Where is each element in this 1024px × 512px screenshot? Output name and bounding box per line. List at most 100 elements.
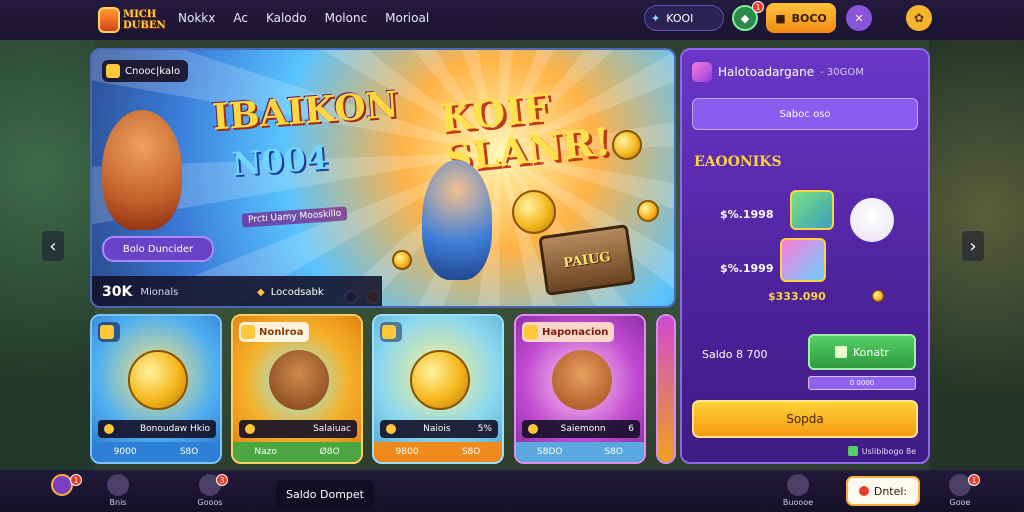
small-coin-icon <box>872 290 884 302</box>
bottom-nav-2[interactable]: Bnis <box>94 474 142 512</box>
card-icon <box>100 325 114 339</box>
ticket-icon <box>835 346 848 358</box>
side-section-title: EAOONIKS <box>694 154 782 170</box>
gems-button[interactable]: ◆ 1 <box>732 1 764 31</box>
side-panel-title: Halotoadargane <box>718 65 815 79</box>
promo-label: Locodsabk <box>270 286 324 298</box>
tag-icon <box>106 64 120 78</box>
nav-item-3[interactable]: Kalodo <box>266 11 307 25</box>
card-label-icon <box>386 424 396 434</box>
nav-item-2[interactable]: Ac <box>233 11 248 25</box>
card-label: Bonoudaw Hkio <box>98 420 216 438</box>
gems-badge: 1 <box>752 1 764 13</box>
item-price-2: $%.1999 <box>720 262 774 275</box>
user-icon <box>107 474 129 496</box>
card-footer: 9800 S8O <box>374 442 502 462</box>
gift-badge: 1 <box>968 474 980 486</box>
side-cta-button[interactable]: Sopda <box>692 400 918 438</box>
smiling-coin-character <box>410 350 470 410</box>
logo-mascot-icon <box>98 7 120 33</box>
carousel-prev-arrow[interactable]: ‹ <box>42 231 64 261</box>
profile-button[interactable]: ✕ <box>846 5 872 31</box>
gold-balance-button[interactable]: ■ BOCO <box>766 3 836 33</box>
home-badge: 1 <box>70 474 82 486</box>
shop-icon <box>692 62 712 82</box>
gift-box-icon[interactable] <box>790 190 834 230</box>
bottom-nav-home[interactable]: 1 <box>38 474 86 512</box>
card-label-icon <box>528 424 538 434</box>
treasure-chest: PAIUG <box>538 224 636 296</box>
card-label: Naiois 5% <box>380 420 498 438</box>
chest-label: PAIUG <box>562 249 612 271</box>
coin-icon <box>512 190 556 234</box>
side-green-button[interactable]: Konatr <box>808 334 916 370</box>
card-icon <box>382 325 396 339</box>
stat-value: 30K <box>102 284 133 300</box>
hero-banner[interactable]: Cnooc|kalo IBAIKON N004 Prcti Uamy Moosk… <box>90 48 676 308</box>
hero-action-button[interactable]: Bolo Duncider <box>102 236 214 262</box>
card-label: Saiemonn 6 <box>522 420 640 438</box>
detail-button[interactable]: Dntel: <box>846 476 920 506</box>
logo-text-line2: DUBEN <box>123 20 166 31</box>
bear-cap-character <box>552 350 612 410</box>
stat-label: Mionals <box>140 286 179 298</box>
nav-item-1[interactable]: Nokkx <box>178 11 215 25</box>
nav-item-4[interactable]: Molonc <box>325 11 368 25</box>
coins-icon: ✦ <box>651 11 661 25</box>
shop-side-panel: Halotoadargane - 30GOM Saboc oso EAOONIK… <box>680 48 930 464</box>
promo-icon: ◆ <box>257 286 265 298</box>
side-small-bar: 0 0000 <box>808 376 916 390</box>
coins-counter[interactable]: ✦ KOOI <box>644 5 724 31</box>
settings-button[interactable]: ✿ <box>906 5 932 31</box>
coin-icon <box>637 200 659 222</box>
card-label-icon <box>245 424 255 434</box>
carousel-next-arrow[interactable]: › <box>962 231 984 261</box>
hero-title-b: N004 <box>230 138 330 184</box>
coins-value: KOOI <box>666 11 694 25</box>
card-label: Salaiuac <box>239 420 357 438</box>
game-card-2[interactable]: Nonlroa Salaiuac Nazo Ø8O <box>231 314 363 464</box>
promo-item[interactable]: ◆ Locodsabk <box>257 287 324 298</box>
games-badge: 3 <box>216 474 228 486</box>
coin-icon <box>612 130 642 160</box>
main-nav: Nokkx Ac Kalodo Molonc Morioal <box>178 11 429 25</box>
nav-item-5[interactable]: Morioal <box>385 11 429 25</box>
side-search-field[interactable]: Saboc oso <box>692 98 918 130</box>
item-price-1: $%.1998 <box>720 208 774 221</box>
card-title: Haponacion <box>542 326 609 338</box>
app-logo[interactable]: MICH DUBEN <box>98 3 172 37</box>
check-icon <box>847 446 858 456</box>
bottom-nav-4[interactable]: Gooe 1 <box>936 474 984 512</box>
hero-tag-text: Cnooc|kalo <box>125 65 181 77</box>
fire-icon <box>858 486 869 496</box>
bottom-nav-3[interactable]: Buoooe <box>774 474 822 512</box>
card-label-icon <box>104 424 114 434</box>
card-icon <box>524 325 538 339</box>
card-footer: S8DO S8O <box>516 442 644 462</box>
gem-icon: ◆ <box>740 11 750 25</box>
bottom-nav-games[interactable]: Gooos 3 <box>186 474 234 512</box>
game-card-1[interactable]: Bonoudaw Hkio 9000 S8O <box>90 314 222 464</box>
chat-icon <box>787 474 809 496</box>
gear-icon: ✿ <box>913 11 925 25</box>
hero-tag: Cnooc|kalo <box>102 60 189 82</box>
card-footer: 9000 S8O <box>92 442 220 462</box>
side-panel-note: - 30GOM <box>820 66 864 78</box>
mystery-box-icon[interactable] <box>780 238 826 282</box>
game-card-4[interactable]: Haponacion Saiemonn 6 S8DO S8O <box>514 314 646 464</box>
chicken-mascot-icon <box>850 198 894 242</box>
logo-text-line1: MICH <box>123 9 157 20</box>
game-card-3[interactable]: Naiois 5% 9800 S8O <box>372 314 504 464</box>
side-panel-header: Halotoadargane - 30GOM <box>692 62 864 82</box>
game-card-5-partial[interactable] <box>656 314 676 464</box>
side-balance: Saldo 8 700 <box>702 348 768 361</box>
hero-boy-character <box>422 160 492 280</box>
gold-value: BOCO <box>791 11 827 25</box>
card-icon <box>241 325 255 339</box>
card-title: Nonlroa <box>259 326 304 338</box>
side-footnote: Uslibibogo 8e <box>847 446 916 456</box>
card-footer: Nazo Ø8O <box>233 442 361 462</box>
sun-coin-character <box>128 350 188 410</box>
wallet-balance[interactable]: Saldo Dompet <box>276 480 374 508</box>
top-bar: MICH DUBEN Nokkx Ac Kalodo Molonc Morioa… <box>0 0 1024 40</box>
